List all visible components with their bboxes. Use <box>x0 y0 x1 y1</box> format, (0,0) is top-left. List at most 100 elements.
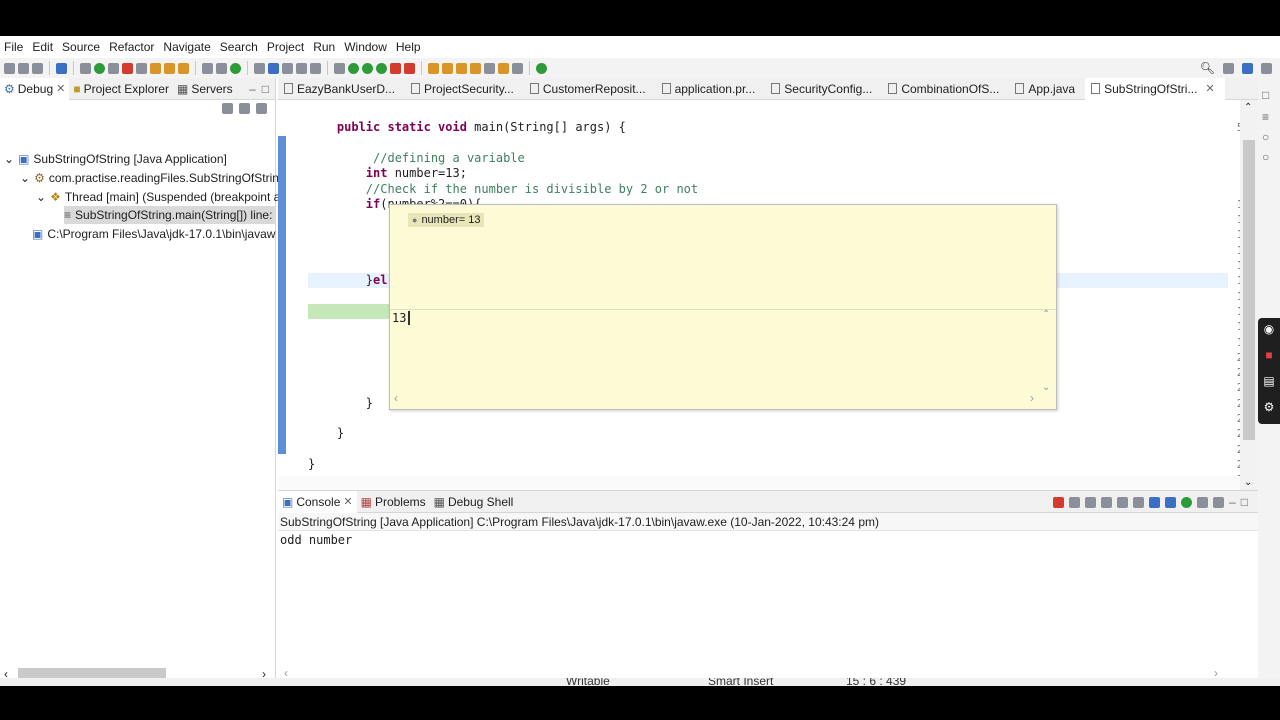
block-select-icon[interactable] <box>282 62 293 74</box>
variables-icon[interactable]: ○ <box>1262 130 1269 144</box>
editor-tab[interactable]: application.pr... <box>656 78 766 100</box>
tree-item-application[interactable]: ⌄ ▣ SubStringOfString [Java Application] <box>4 150 227 168</box>
code-line[interactable]: }el <box>308 273 388 288</box>
maximize-icon[interactable]: □ <box>1262 88 1269 102</box>
scroll-right-icon[interactable]: › <box>1030 391 1034 405</box>
camera-icon[interactable]: ◉ <box>1258 322 1280 344</box>
gear-icon[interactable]: ⚙ <box>1258 400 1280 422</box>
publish-icon[interactable] <box>404 62 415 74</box>
word-wrap-icon[interactable] <box>1133 496 1145 508</box>
terminate-icon[interactable] <box>1053 496 1065 508</box>
disconnect-icon[interactable] <box>136 62 147 74</box>
refresh-icon[interactable] <box>230 62 241 74</box>
code-line[interactable]: } <box>308 426 344 441</box>
console-output[interactable]: odd number <box>278 531 1258 547</box>
scroll-down-icon[interactable]: ⌄ <box>1042 382 1050 393</box>
chevron-down-icon[interactable]: ⌄ <box>20 171 30 185</box>
code-line[interactable]: } <box>308 457 315 472</box>
code-line[interactable]: } <box>308 396 373 411</box>
gallery-icon[interactable]: ▤ <box>1258 374 1280 396</box>
suspend-icon[interactable] <box>108 62 119 74</box>
close-icon[interactable]: ✕ <box>343 495 352 508</box>
close-icon[interactable]: ✕ <box>56 82 65 95</box>
scroll-lock-icon[interactable] <box>1117 496 1129 508</box>
menu-navigate[interactable]: Navigate <box>163 40 210 54</box>
code-line[interactable]: //Check if the number is divisible by 2 … <box>308 182 698 197</box>
menu-run[interactable]: Run <box>313 40 335 54</box>
tree-item-stack-frame[interactable]: ≡ SubStringOfString.main(String[]) line: <box>64 206 276 224</box>
run-icon[interactable] <box>348 62 359 74</box>
open-console-icon[interactable] <box>1213 496 1225 508</box>
save-all-icon[interactable] <box>32 62 43 74</box>
code-line[interactable]: int number=13; <box>308 166 467 181</box>
stop-server-icon[interactable] <box>390 62 401 74</box>
tab-debug[interactable]: ⚙ Debug ✕ <box>0 77 70 100</box>
use-step-filters-icon[interactable] <box>216 62 227 74</box>
editor-vertical-scrollbar[interactable]: ⌃ ⌄ <box>1240 100 1258 490</box>
close-icon[interactable]: ✕ <box>1205 82 1214 95</box>
menu-edit[interactable]: Edit <box>32 40 53 54</box>
remove-all-icon[interactable] <box>1085 496 1097 508</box>
tab-problems[interactable]: ▦ Problems <box>357 491 430 513</box>
menu-help[interactable]: Help <box>396 40 421 54</box>
menu-source[interactable]: Source <box>62 40 100 54</box>
pin-icon[interactable] <box>254 62 265 74</box>
editor-tab[interactable]: EazyBankUserD... <box>278 78 405 100</box>
coverage-icon[interactable] <box>362 62 373 74</box>
scroll-down-icon[interactable]: ⌄ <box>1244 477 1252 488</box>
step-into-icon[interactable] <box>150 62 161 74</box>
forward-icon[interactable] <box>512 62 523 74</box>
tab-servers[interactable]: ▦ Servers <box>173 78 237 100</box>
step-return-icon[interactable] <box>178 62 189 74</box>
editor-tab[interactable]: CustomerReposit... <box>524 78 656 100</box>
menu-refactor[interactable]: Refactor <box>109 40 154 54</box>
editor-tab[interactable]: ProjectSecurity... <box>405 78 524 100</box>
maximize-icon[interactable]: □ <box>1241 495 1248 509</box>
editor-tab[interactable]: SecurityConfig... <box>765 78 882 100</box>
step-over-icon[interactable] <box>164 62 175 74</box>
editor-tab[interactable]: App.java <box>1009 78 1085 100</box>
scroll-up-icon[interactable]: ⌃ <box>1244 102 1252 113</box>
word-wrap-icon[interactable] <box>296 62 307 74</box>
scroll-up-icon[interactable]: ⌃ <box>1042 309 1050 320</box>
open-type-icon[interactable] <box>428 62 439 74</box>
popup-variable-row[interactable]: ● number= 13 <box>408 213 485 227</box>
remove-terminated-icon[interactable] <box>239 102 250 114</box>
tab-debug-shell[interactable]: ▦ Debug Shell <box>430 491 518 513</box>
video-record-icon[interactable]: ■ <box>1258 348 1280 370</box>
open-perspective-icon[interactable] <box>536 62 547 74</box>
editor-tab[interactable]: SubStringOfStri... ✕ <box>1085 77 1225 100</box>
perspective-ee-icon[interactable] <box>1261 62 1272 74</box>
perspective-java-icon[interactable] <box>1223 62 1234 74</box>
show-on-error-icon[interactable] <box>1165 496 1177 508</box>
chevron-down-icon[interactable]: ⌄ <box>36 190 46 204</box>
tree-item-process[interactable]: ⌄ ⚙ com.practise.readingFiles.SubStringO… <box>20 169 286 187</box>
tab-project-explorer[interactable]: ■ Project Explorer <box>69 78 173 100</box>
maximize-icon[interactable]: □ <box>262 82 269 96</box>
last-edit-icon[interactable] <box>484 62 495 74</box>
search-icon[interactable]: 🔍︎ <box>1200 61 1215 75</box>
editor-tab[interactable]: CombinationOfS... <box>882 78 1009 100</box>
pin-console-icon[interactable] <box>1181 496 1193 508</box>
menu-window[interactable]: Window <box>344 40 387 54</box>
external-tools-icon[interactable] <box>376 62 387 74</box>
tree-item-thread[interactable]: ⌄ ❖ Thread [main] (Suspended (breakpoint… <box>36 188 280 206</box>
collapse-all-icon[interactable] <box>222 102 233 114</box>
save-icon[interactable] <box>18 62 29 74</box>
chevron-down-icon[interactable]: ⌄ <box>4 152 14 166</box>
terminal-icon[interactable] <box>56 62 67 74</box>
breakpoints-icon[interactable]: ○ <box>1262 150 1269 164</box>
show-whitespace-icon[interactable] <box>310 62 321 74</box>
menu-project[interactable]: Project <box>267 40 304 54</box>
open-task-icon[interactable] <box>442 62 453 74</box>
show-on-output-icon[interactable] <box>1149 496 1161 508</box>
tree-item-jvm[interactable]: ▣ C:\Program Files\Java\jdk-17.0.1\bin\j… <box>32 225 275 243</box>
outline-icon[interactable]: ≡ <box>1262 110 1269 124</box>
annotation-icon[interactable] <box>470 62 481 74</box>
mark-occurrences-icon[interactable] <box>268 62 279 74</box>
minimize-icon[interactable]: ‒ <box>249 82 256 96</box>
debug-icon[interactable] <box>334 62 345 74</box>
search-tool-icon[interactable] <box>456 62 467 74</box>
back-icon[interactable] <box>498 62 509 74</box>
scrollbar-thumb[interactable] <box>1243 140 1255 440</box>
